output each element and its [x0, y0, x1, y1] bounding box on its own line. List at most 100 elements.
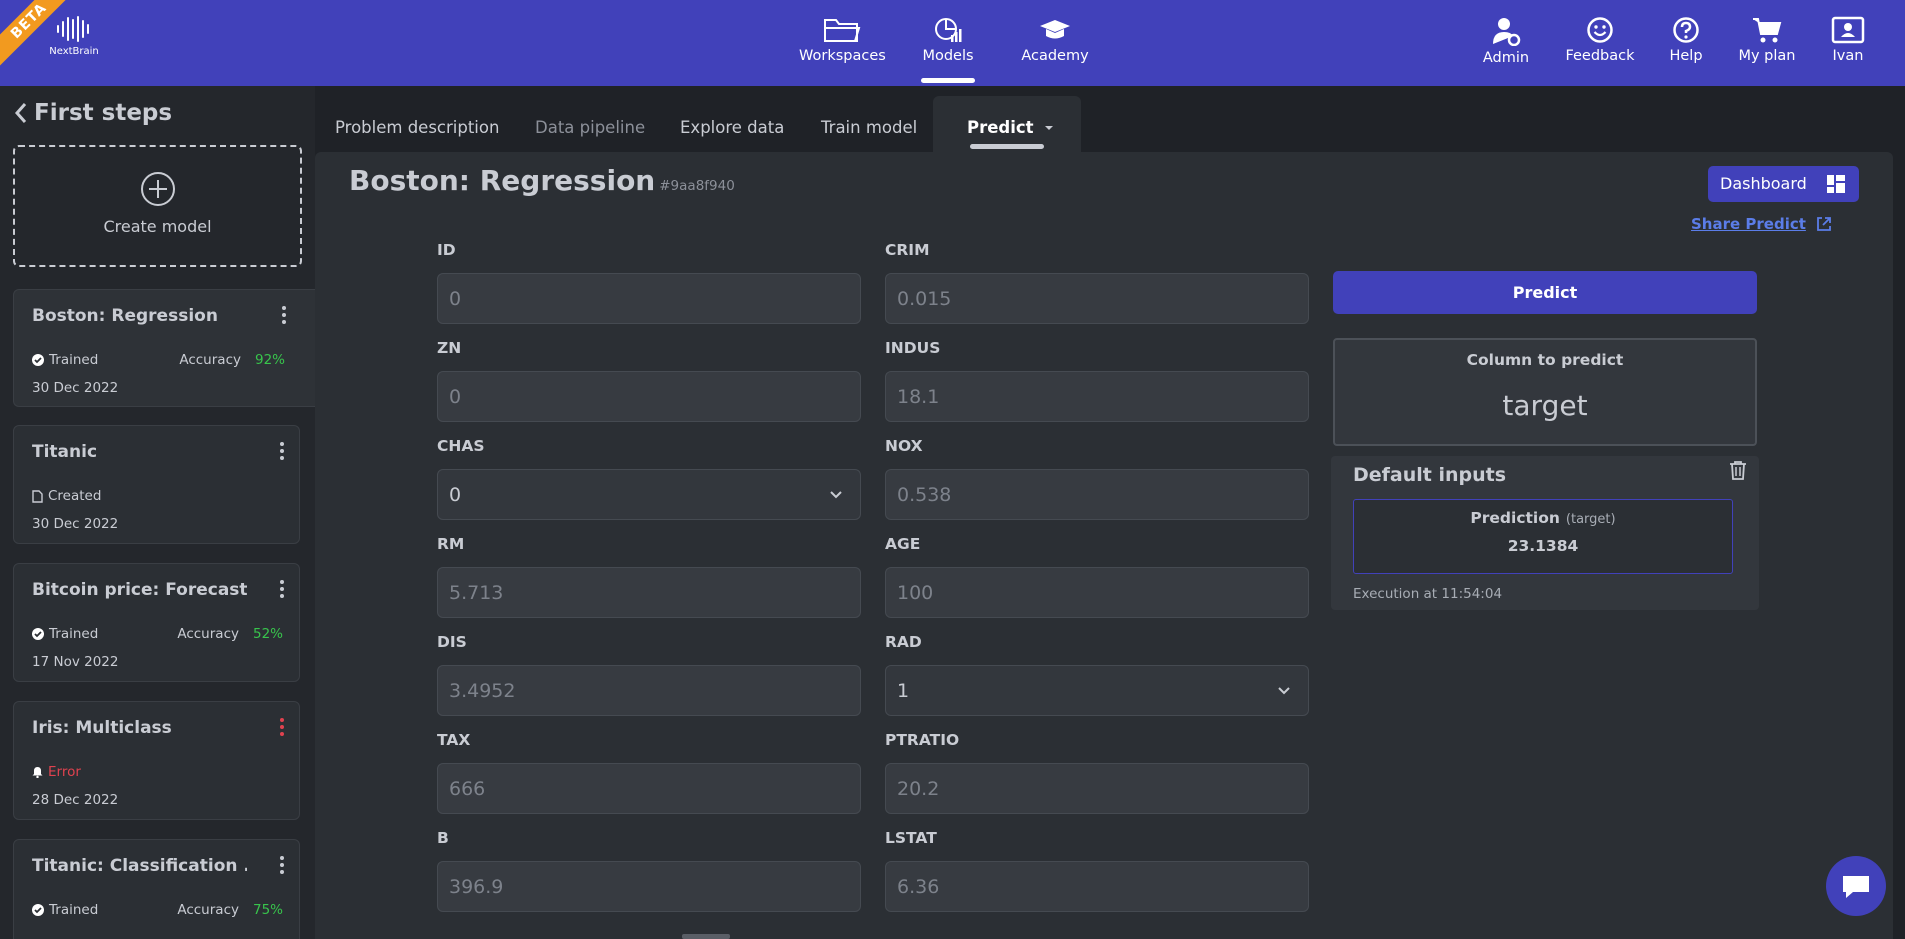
model-date: 30 Dec 2022	[32, 380, 119, 396]
field-chas: CHAS 0	[437, 437, 861, 520]
model-name: Iris: Multiclass	[32, 718, 172, 738]
chas-select[interactable]: 0	[437, 469, 861, 520]
field-label: B	[437, 829, 449, 847]
chat-button[interactable]	[1826, 856, 1886, 916]
nav-label: Help	[1669, 48, 1703, 64]
external-link-icon	[1817, 217, 1831, 231]
tab-predict[interactable]: Predict	[933, 96, 1081, 152]
dis-input[interactable]: 3.4952	[437, 665, 861, 716]
rad-select[interactable]: 1	[885, 665, 1309, 716]
model-title: Boston: Regression	[349, 164, 656, 197]
kebab-menu-icon[interactable]	[279, 856, 285, 878]
field-b: B 396.9	[437, 829, 861, 912]
accuracy-label: Accuracy	[177, 902, 239, 918]
nav-label: Feedback	[1565, 48, 1635, 64]
model-card-titanic[interactable]: Titanic Created 30 Dec 2022	[13, 425, 300, 544]
column-to-predict-value: target	[1502, 389, 1588, 422]
field-label: RM	[437, 535, 465, 553]
predict-button[interactable]: Predict	[1333, 271, 1757, 314]
kebab-menu-icon[interactable]	[279, 442, 285, 464]
nextbrain-logo[interactable]: NextBrain	[44, 14, 104, 66]
model-status: Created	[32, 488, 101, 504]
model-name: Bitcoin price: Forecast	[32, 580, 247, 600]
caret-down-icon[interactable]	[1045, 126, 1053, 130]
field-dis: DIS 3.4952	[437, 633, 861, 716]
nav-admin[interactable]: Admin	[1480, 16, 1532, 76]
id-input[interactable]: 0	[437, 273, 861, 324]
ptratio-input[interactable]: 20.2	[885, 763, 1309, 814]
back-label: First steps	[34, 100, 173, 126]
bell-icon	[32, 767, 43, 778]
kebab-menu-icon[interactable]	[281, 306, 287, 328]
nav-label: Academy	[1021, 48, 1089, 64]
kebab-menu-icon[interactable]	[279, 718, 285, 740]
model-card-boston[interactable]: Boston: Regression Trained Accuracy 92% 3…	[13, 289, 315, 407]
models-sidebar: First steps Create model Boston: Regress…	[0, 86, 315, 939]
field-label: TAX	[437, 731, 471, 749]
back-link-first-steps[interactable]: First steps	[14, 100, 172, 126]
tab-problem-description[interactable]: Problem description	[335, 118, 499, 137]
model-date: 30 Dec 2022	[32, 516, 119, 532]
tab-explore-data[interactable]: Explore data	[680, 118, 784, 137]
age-input[interactable]: 100	[885, 567, 1309, 618]
model-date: 17 Nov 2022	[32, 654, 119, 670]
active-underline	[970, 144, 1044, 149]
rm-input[interactable]: 5.713	[437, 567, 861, 618]
user-gear-icon	[1493, 18, 1521, 46]
status-text: Created	[48, 488, 102, 504]
nav-my-plan[interactable]: My plan	[1736, 16, 1798, 76]
b-input[interactable]: 396.9	[437, 861, 861, 912]
model-status: Trained	[32, 352, 98, 368]
create-model-button[interactable]: Create model	[13, 145, 302, 267]
predict-panel: Boston: Regression #9aa8f940 Dashboard Sh…	[315, 152, 1893, 939]
zn-input[interactable]: 0	[437, 371, 861, 422]
nox-input[interactable]: 0.538	[885, 469, 1309, 520]
model-accuracy: Accuracy 75%	[177, 902, 283, 918]
check-circle-icon	[32, 354, 44, 366]
column-to-predict-label: Column to predict	[1466, 351, 1624, 369]
crim-input[interactable]: 0.015	[885, 273, 1309, 324]
nav-feedback[interactable]: Feedback	[1562, 16, 1638, 76]
nav-user-ivan[interactable]: Ivan	[1828, 16, 1868, 76]
field-label: AGE	[885, 535, 921, 553]
plus-circle-icon	[140, 172, 175, 206]
indus-input[interactable]: 18.1	[885, 371, 1309, 422]
kebab-menu-icon[interactable]	[279, 580, 285, 602]
dashboard-button[interactable]: Dashboard	[1708, 166, 1859, 202]
status-text: Trained	[49, 902, 99, 918]
prediction-box: Prediction (target) 23.1384	[1353, 499, 1733, 574]
field-crim: CRIM 0.015	[885, 241, 1309, 324]
field-label: INDUS	[885, 339, 941, 357]
nav-workspaces[interactable]: Workspaces	[799, 16, 886, 76]
accuracy-value: 92%	[254, 352, 285, 368]
field-age: AGE 100	[885, 535, 1309, 618]
tab-train-model[interactable]: Train model	[821, 118, 917, 137]
nav-models[interactable]: Models	[916, 16, 980, 83]
field-label: ZN	[437, 339, 462, 357]
tab-data-pipeline[interactable]: Data pipeline	[535, 118, 645, 137]
share-predict-link[interactable]: Share Predict	[1691, 215, 1832, 233]
tax-input[interactable]: 666	[437, 763, 861, 814]
nav-label: My plan	[1738, 48, 1796, 64]
model-accuracy: Accuracy 52%	[177, 626, 283, 642]
share-label: Share Predict	[1691, 215, 1806, 233]
question-icon	[1673, 17, 1699, 43]
select-value: 1	[897, 680, 910, 702]
nav-academy[interactable]: Academy	[1020, 16, 1090, 76]
model-date: 28 Dec 2022	[32, 792, 119, 808]
field-label: RAD	[885, 633, 922, 651]
default-inputs-heading: Default inputs	[1353, 464, 1507, 486]
file-icon	[32, 489, 43, 503]
field-ptratio: PTRATIO 20.2	[885, 731, 1309, 814]
horizontal-scrollbar[interactable]	[682, 934, 730, 939]
field-nox: NOX 0.538	[885, 437, 1309, 520]
model-card-bitcoin[interactable]: Bitcoin price: Forecast Trained Accuracy…	[13, 563, 300, 682]
lstat-input[interactable]: 6.36	[885, 861, 1309, 912]
nav-help[interactable]: Help	[1666, 16, 1706, 76]
user-card-icon	[1831, 16, 1865, 44]
model-card-iris[interactable]: Iris: Multiclass Error 28 Dec 2022	[13, 701, 300, 820]
model-card-titanic-classification[interactable]: Titanic: Classification ... Trained Accu…	[13, 839, 300, 939]
model-accuracy: Accuracy 92%	[179, 352, 285, 368]
trash-icon[interactable]	[1729, 460, 1747, 480]
nav-label: Models	[922, 48, 974, 64]
